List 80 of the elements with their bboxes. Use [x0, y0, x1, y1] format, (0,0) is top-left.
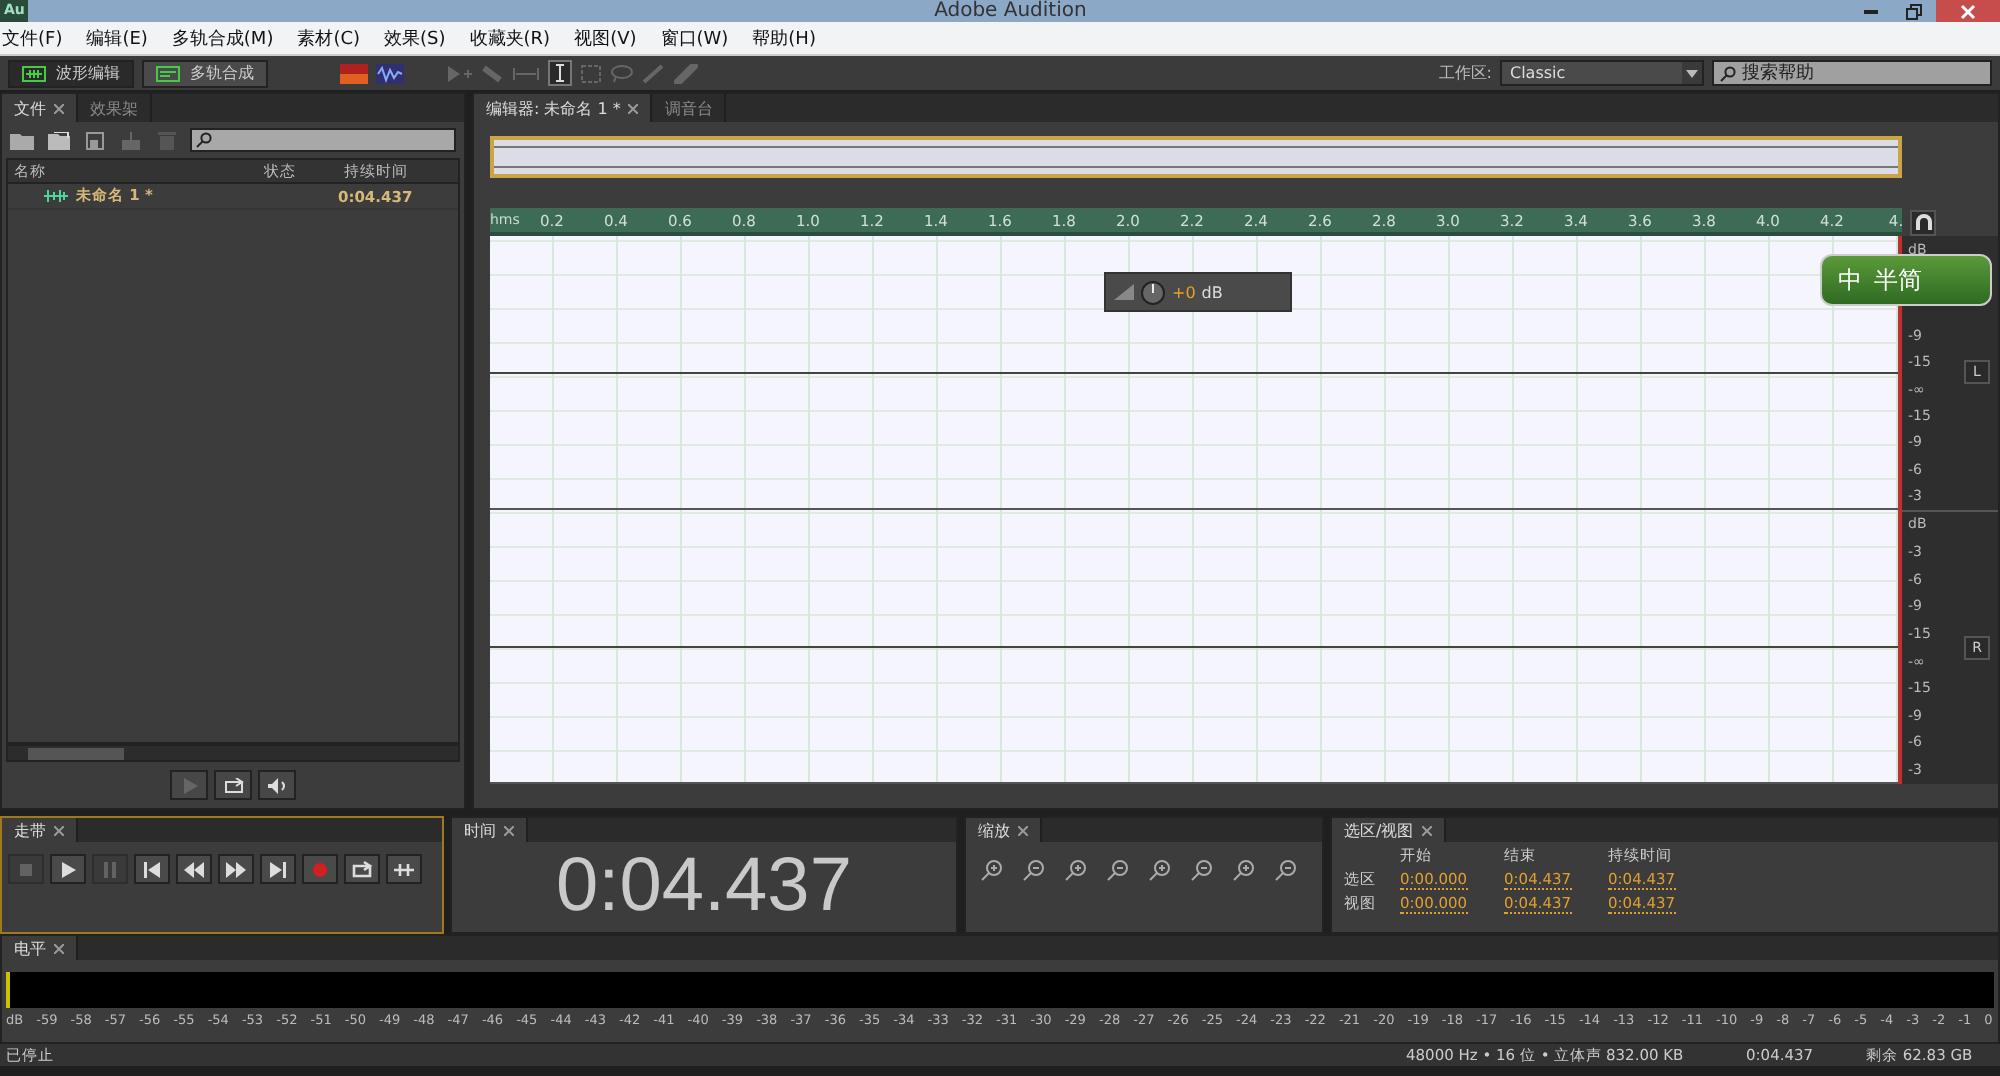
loop-icon: [223, 777, 243, 793]
menu-item[interactable]: 编辑(E): [86, 25, 148, 51]
close-icon[interactable]: [54, 943, 64, 953]
fast-forward-button[interactable]: [218, 854, 254, 884]
search-icon: [196, 132, 212, 148]
mode-button[interactable]: 波形编辑: [8, 59, 134, 87]
close-icon[interactable]: [1421, 825, 1432, 835]
panel-tab[interactable]: 电平: [2, 936, 78, 960]
close-icon[interactable]: [504, 825, 514, 835]
go-to-start-button[interactable]: [134, 854, 170, 884]
search-icon: [1720, 65, 1736, 81]
zoom-icon[interactable]: [1146, 858, 1174, 882]
close-icon[interactable]: [54, 825, 64, 835]
close-button[interactable]: [1936, 0, 2000, 22]
restore-icon: [1906, 3, 1922, 19]
panel-tab[interactable]: 走带: [2, 818, 78, 842]
play-button[interactable]: [50, 854, 86, 884]
loop-button[interactable]: [214, 770, 252, 800]
volume-knob[interactable]: [1140, 279, 1166, 305]
menu-item[interactable]: 素材(C): [297, 25, 361, 51]
panel-tab[interactable]: 选区/视图: [1332, 818, 1446, 842]
zoom-icon[interactable]: [1230, 858, 1258, 882]
go-to-end-button[interactable]: [260, 854, 296, 884]
multitrack-icon: [156, 65, 180, 81]
horizontal-scrollbar[interactable]: [6, 744, 460, 762]
zoom-icon[interactable]: [1272, 858, 1300, 882]
panel-tab[interactable]: 缩放: [966, 818, 1042, 842]
loop-button[interactable]: [344, 854, 380, 884]
window-title: Adobe Audition: [932, 0, 1089, 22]
close-icon[interactable]: [1018, 825, 1028, 835]
magnet-icon: [1915, 214, 1931, 230]
rewind-button[interactable]: [176, 854, 212, 884]
folder-icon[interactable]: [10, 131, 34, 149]
caret-icon[interactable]: [1682, 62, 1702, 84]
overview-bar[interactable]: [490, 136, 1902, 178]
waveform-icon: [22, 65, 46, 81]
zoom-icon[interactable]: [978, 858, 1006, 882]
spectral-view-icon[interactable]: [340, 63, 368, 83]
zoom-icon[interactable]: [1062, 858, 1090, 882]
time-display: 0:04.437: [554, 842, 854, 930]
close-icon[interactable]: [54, 103, 64, 113]
trash-icon: [158, 131, 176, 149]
speaker-icon: [267, 777, 287, 793]
skip-button[interactable]: [386, 854, 422, 884]
ime-toolbar[interactable]: 中 半简: [1820, 254, 1992, 306]
zoom-icon[interactable]: [1188, 858, 1216, 882]
play-icon: [181, 777, 197, 793]
menu-item[interactable]: 效果(S): [384, 25, 446, 51]
mode-button[interactable]: 多轨合成: [142, 59, 268, 87]
waveform-view-icon[interactable]: [376, 63, 404, 83]
open-folder-icon[interactable]: [48, 131, 72, 149]
menu-item[interactable]: 视图(V): [574, 25, 637, 51]
zoom-icon[interactable]: [1104, 858, 1132, 882]
save-icon[interactable]: [86, 131, 108, 149]
panel-tab[interactable]: 时间: [452, 818, 528, 842]
menu-item[interactable]: 收藏夹(R): [469, 25, 551, 51]
ime-language[interactable]: 中: [1838, 263, 1862, 297]
editor-tab[interactable]: 编辑器: 未命名 1 *: [474, 94, 653, 122]
volume-unit: dB: [1201, 283, 1223, 301]
close-icon: [1960, 3, 1976, 19]
panel-tab[interactable]: 文件: [2, 94, 78, 122]
close-icon[interactable]: [628, 103, 639, 113]
workspace-label: 工作区:: [1438, 62, 1492, 84]
file-search-field[interactable]: [190, 128, 456, 152]
menu-item[interactable]: 文件(F): [2, 25, 63, 51]
waveform-icon: [44, 190, 68, 202]
minimize-icon: [1863, 9, 1877, 13]
export-icon: [122, 131, 144, 149]
level-icon: [1114, 284, 1134, 300]
snap-button[interactable]: [1910, 209, 1936, 235]
workspace-dropdown[interactable]: Classic: [1500, 60, 1704, 86]
menu-item[interactable]: 多轨合成(M): [171, 25, 274, 51]
volume-value[interactable]: +0: [1172, 283, 1196, 301]
menu-item[interactable]: 窗口(W): [660, 25, 729, 51]
loop-icon: [348, 855, 376, 883]
help-search-field[interactable]: 搜索帮助: [1712, 60, 1992, 86]
speaker-button[interactable]: [258, 770, 296, 800]
zoom-icon[interactable]: [1020, 858, 1048, 882]
menu-item[interactable]: 帮助(H): [752, 25, 816, 51]
time-selection-tool-icon[interactable]: [548, 60, 572, 86]
